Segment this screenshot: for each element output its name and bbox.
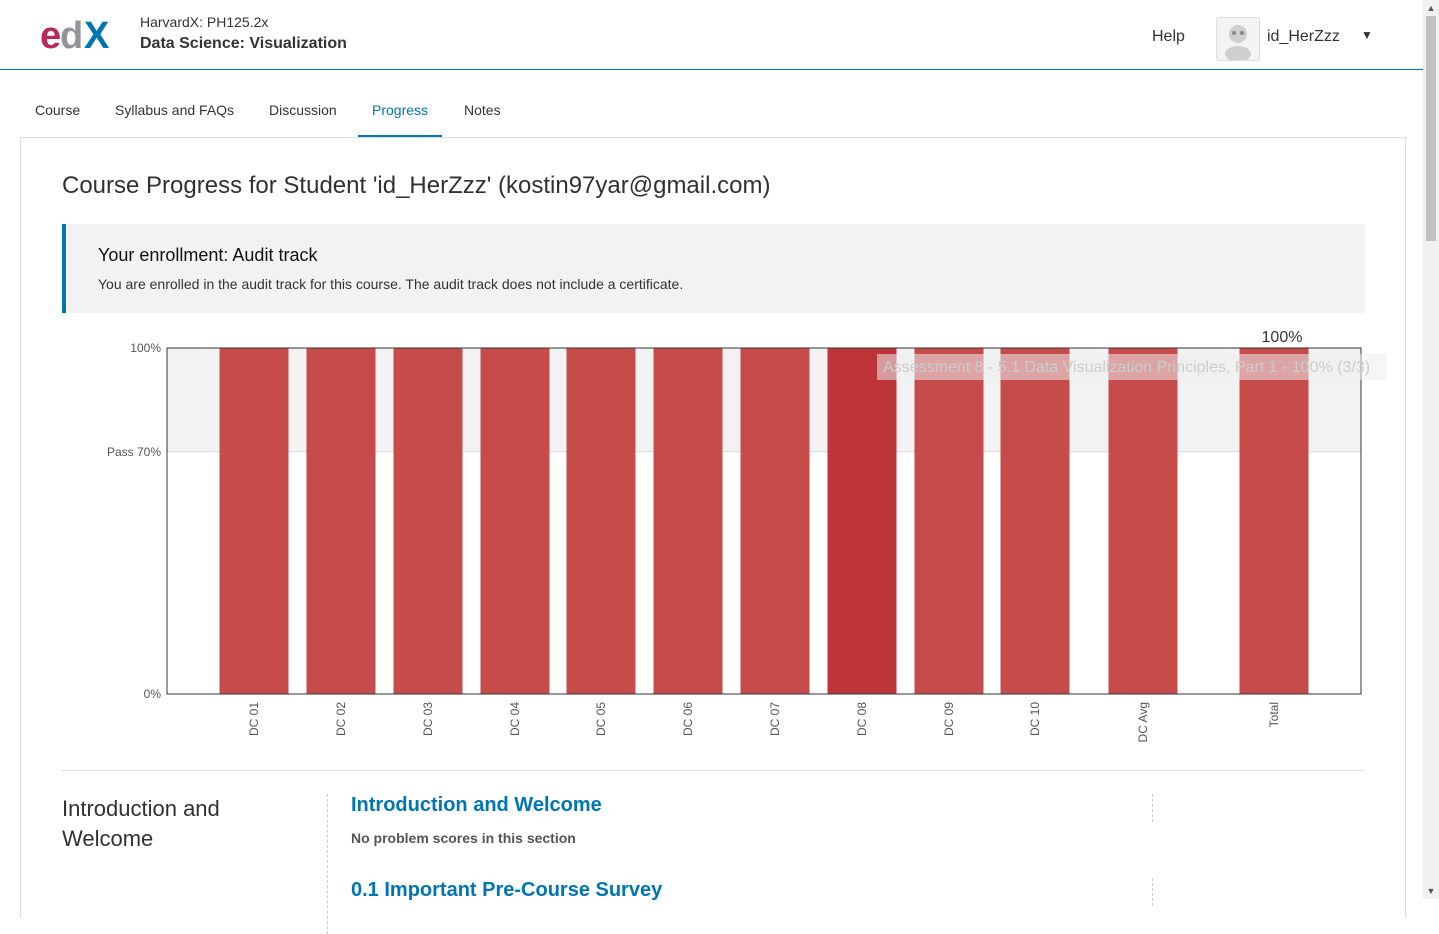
avatar[interactable] <box>1216 17 1260 62</box>
section-divider <box>62 770 1365 771</box>
help-link[interactable]: Help <box>1152 28 1185 46</box>
enrollment-description: You are enrolled in the audit track for … <box>98 276 684 292</box>
tab-syllabus[interactable]: Syllabus and FAQs <box>115 89 234 135</box>
course-org: HarvardX: PH125.2x <box>140 14 269 30</box>
x-tick-label: DC 02 <box>334 702 348 736</box>
grade-bar <box>393 348 463 694</box>
grade-bar <box>219 348 289 694</box>
grade-bar <box>914 348 984 694</box>
x-tick-label: DC Avg <box>1136 702 1150 742</box>
x-tick-label: DC 07 <box>768 702 782 736</box>
chapter-name: Introduction and Welcome <box>62 796 220 851</box>
svg-text:e: e <box>40 15 61 54</box>
svg-text:X: X <box>84 15 110 54</box>
x-tick-label: DC 04 <box>508 702 522 736</box>
tab-discussion[interactable]: Discussion <box>269 89 337 135</box>
total-label: 100% <box>1262 329 1303 346</box>
subsection-note: No problem scores in this section <box>351 830 576 846</box>
x-tick-label: DC 03 <box>421 702 435 736</box>
chevron-down-icon[interactable]: ▼ <box>1361 28 1373 42</box>
column-rule <box>327 794 328 934</box>
x-tick-label: DC 01 <box>247 702 261 736</box>
x-tick-label: Total <box>1267 702 1281 727</box>
x-tick-label: DC 09 <box>942 702 956 736</box>
column-rule-right <box>1152 878 1153 906</box>
x-tick-label: DC 05 <box>594 702 608 736</box>
x-tick-label: DC 10 <box>1028 702 1042 736</box>
x-tick-label: DC 08 <box>855 702 869 736</box>
y-tick-label: 0% <box>144 687 162 701</box>
grade-bar <box>480 348 550 694</box>
subsection-link[interactable]: Introduction and Welcome <box>351 794 602 817</box>
scroll-thumb[interactable] <box>1426 16 1436 241</box>
chart-tooltip-text: Assessment 8 - 5.1 Data Visualization Pr… <box>883 359 1370 376</box>
user-avatar-icon <box>1225 25 1251 62</box>
grade-bar <box>306 348 376 694</box>
column-rule-right <box>1152 794 1153 822</box>
y-tick-label: Pass 70% <box>107 445 161 459</box>
grade-bar <box>1108 348 1178 694</box>
tab-progress[interactable]: Progress <box>358 89 443 138</box>
grade-bar <box>827 348 897 694</box>
progress-panel: Course Progress for Student 'id_HerZzz' … <box>20 137 1406 934</box>
y-tick-label: 100% <box>130 341 161 355</box>
x-tick-label: DC 06 <box>681 702 695 736</box>
scroll-up-icon[interactable]: ▲ <box>1423 0 1439 16</box>
page-title: Course Progress for Student 'id_HerZzz' … <box>62 172 771 199</box>
page-scrollbar[interactable]: ▲ ▼ <box>1423 0 1439 899</box>
grade-bar <box>653 348 723 694</box>
grade-bar <box>566 348 636 694</box>
site-header: e d X HarvardX: PH125.2x Data Science: V… <box>0 0 1423 70</box>
svg-text:d: d <box>60 15 83 54</box>
grade-chart: 100% Pass 70% 0% DC 01 DC 02 DC 03 DC 04 DC 05 D… <box>107 329 1387 742</box>
edx-logo[interactable]: e d X <box>40 14 120 54</box>
tab-notes[interactable]: Notes <box>464 89 501 135</box>
course-name: Data Science: Visualization <box>140 35 347 52</box>
grade-bar <box>1239 348 1309 694</box>
username[interactable]: id_HerZzz <box>1267 28 1340 46</box>
enrollment-message: Your enrollment: Audit track You are enr… <box>62 224 1365 313</box>
grade-bar <box>740 348 810 694</box>
tab-course[interactable]: Course <box>35 89 80 135</box>
scroll-down-icon[interactable]: ▼ <box>1423 883 1439 899</box>
enrollment-title: Your enrollment: Audit track <box>98 245 318 265</box>
grade-bar <box>1000 348 1070 694</box>
